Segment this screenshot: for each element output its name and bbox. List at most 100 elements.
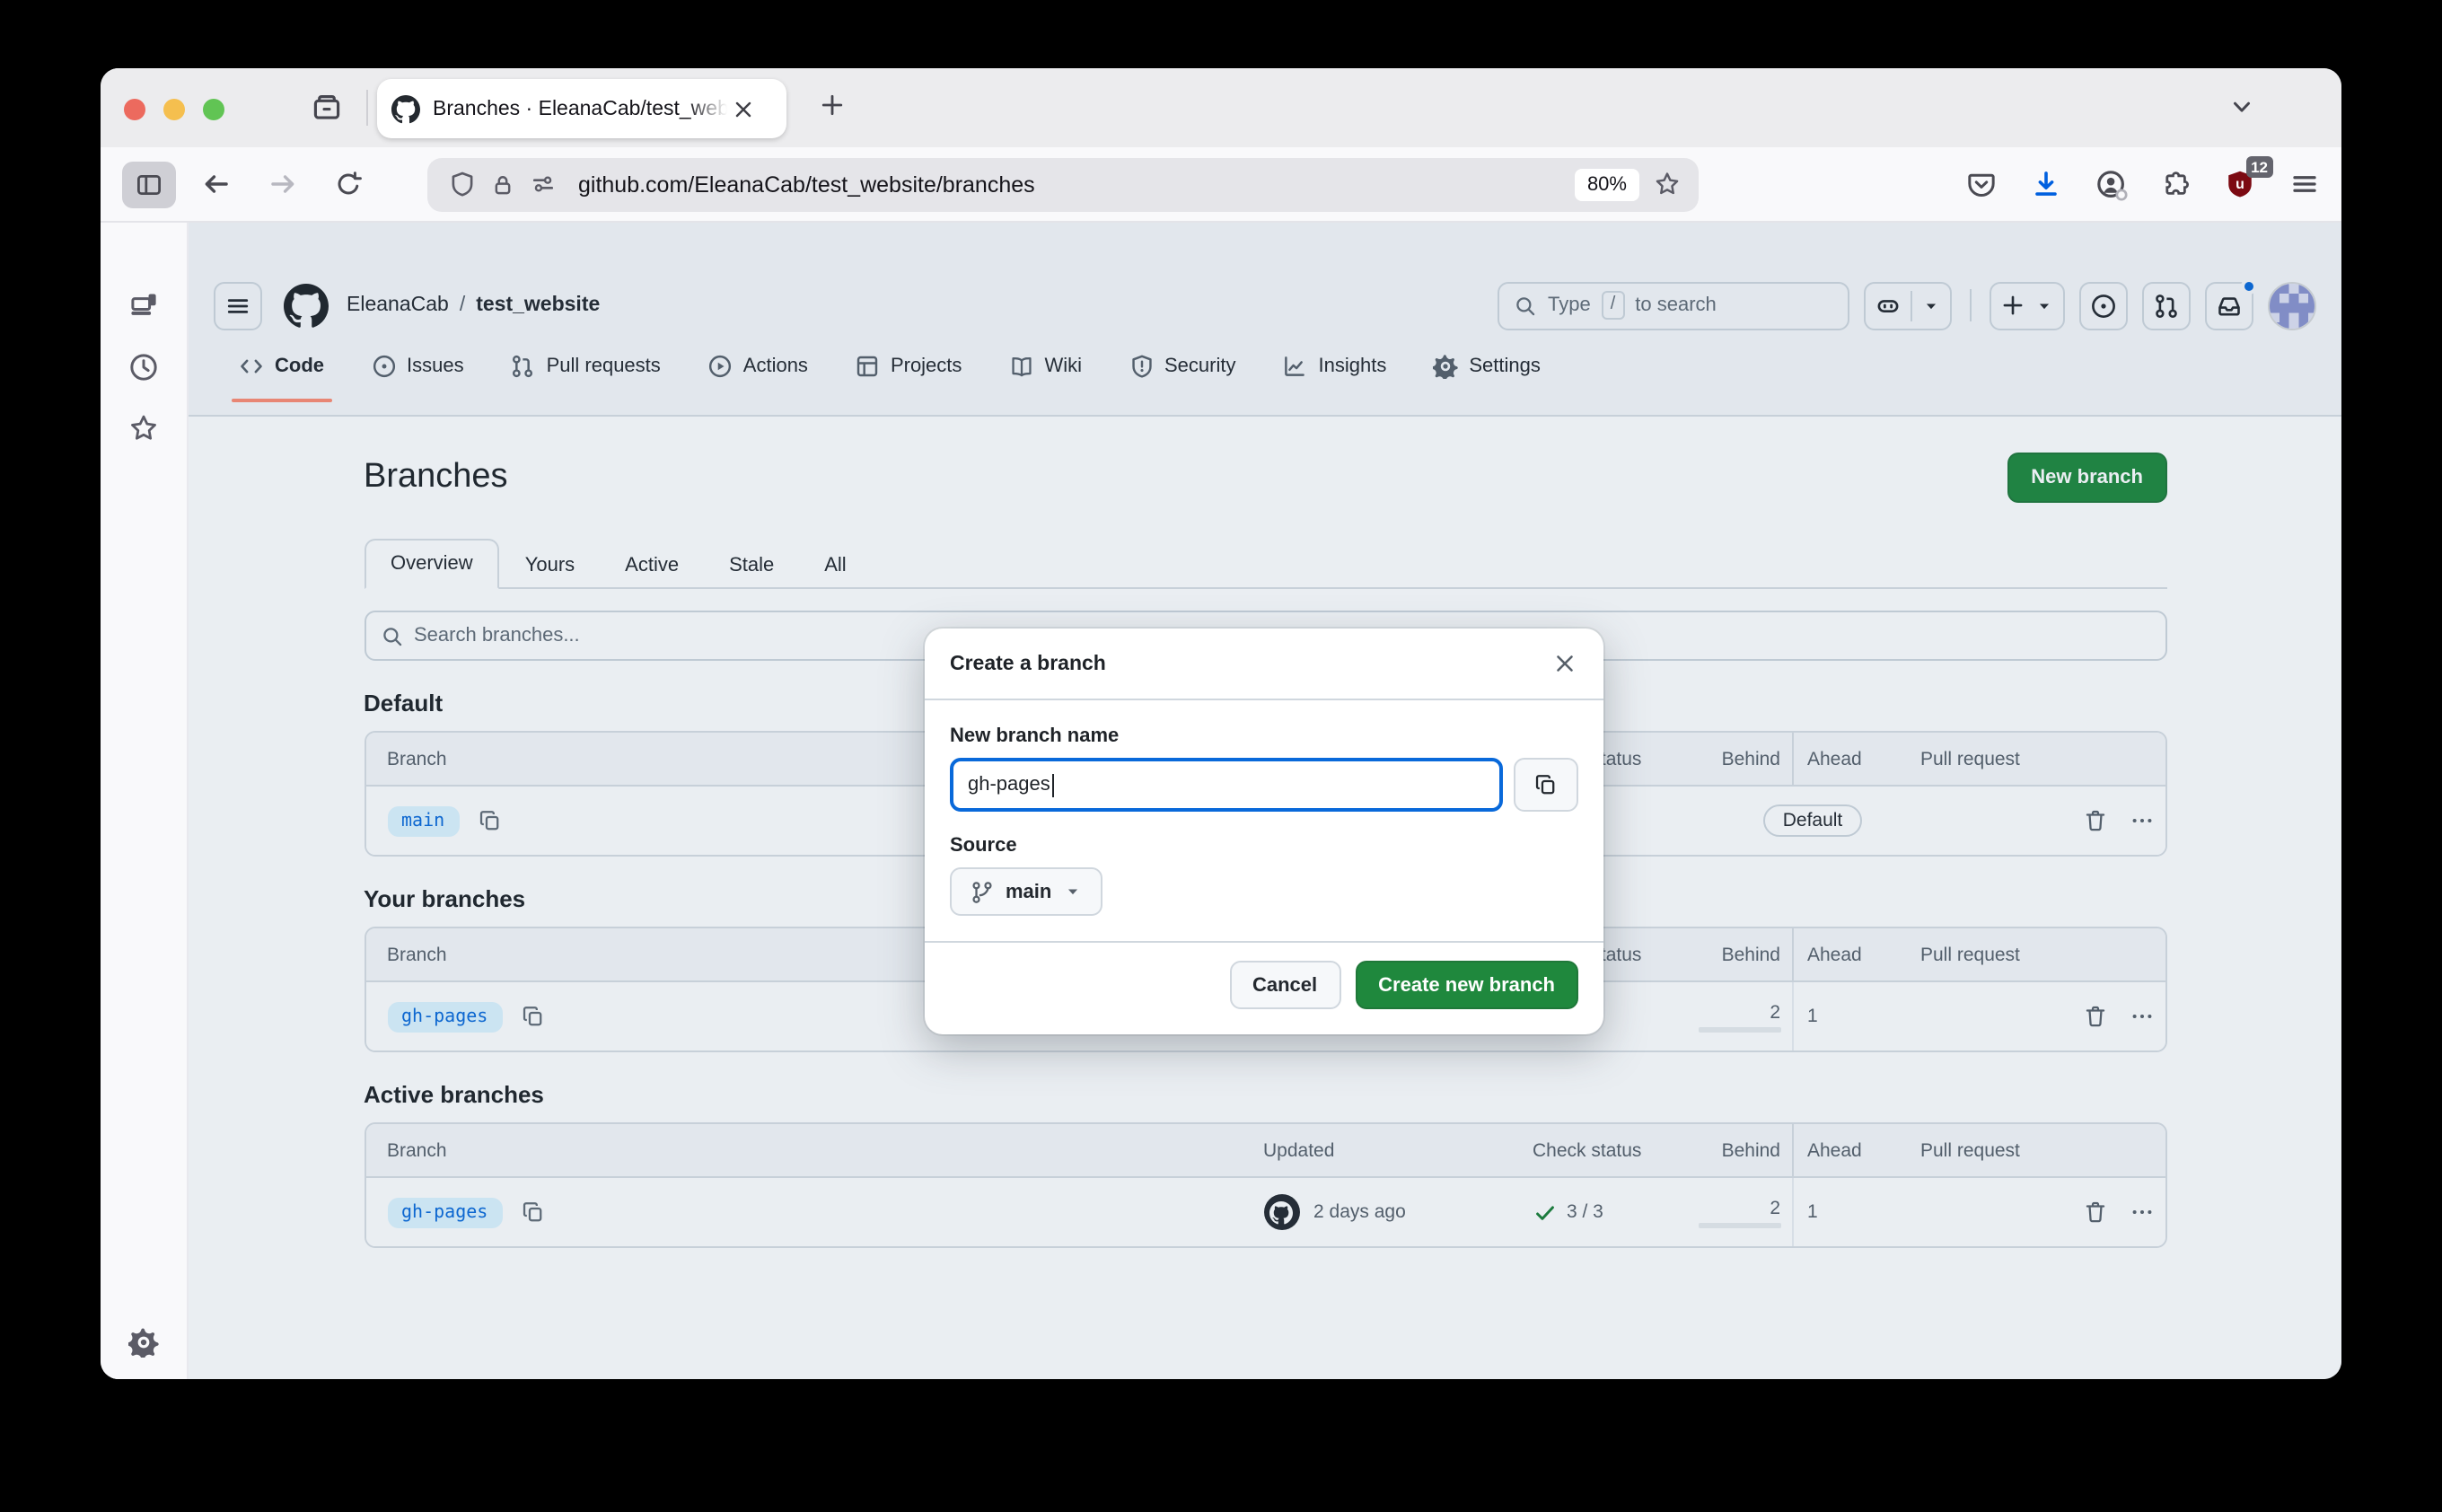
ublock-origin-icon[interactable]: 12 [2225, 169, 2255, 199]
pull-requests-header-button[interactable] [2142, 281, 2191, 330]
tab-issues[interactable]: Issues [371, 348, 464, 402]
lock-icon[interactable] [490, 171, 515, 197]
tab-settings[interactable]: Settings [1433, 348, 1541, 402]
pocket-icon[interactable] [1966, 169, 1997, 199]
tab-projects[interactable]: Projects [855, 348, 962, 402]
github-favicon-icon [391, 94, 420, 123]
issues-header-button[interactable] [2079, 281, 2128, 330]
firefox-view-icon[interactable] [311, 92, 343, 124]
copy-name-button[interactable] [1514, 758, 1578, 812]
list-all-tabs-icon[interactable] [2228, 93, 2255, 120]
tab-code[interactable]: Code [239, 348, 324, 402]
url-bar[interactable]: github.com/EleanaCab/test_website/branch… [427, 157, 1699, 211]
forward-button[interactable] [268, 169, 298, 199]
new-branch-button[interactable]: New branch [2007, 453, 2166, 503]
kebab-menu-icon[interactable] [2129, 1200, 2154, 1225]
sidebar-settings-icon[interactable] [128, 1327, 159, 1358]
unread-dot [2241, 277, 2257, 294]
tab-all[interactable]: All [799, 542, 871, 589]
delete-branch-icon[interactable] [2082, 1200, 2107, 1225]
active-branches-table: Branch Updated Check status Behind Ahead… [364, 1122, 2166, 1248]
extensions-icon[interactable] [2162, 170, 2191, 198]
browser-tab[interactable]: Branches · EleanaCab/test_webs [377, 79, 786, 138]
permissions-icon[interactable] [530, 171, 557, 198]
history-icon[interactable] [128, 352, 159, 382]
slash-key-hint: / [1602, 291, 1625, 320]
copy-branch-icon[interactable] [520, 1004, 545, 1029]
close-tab-icon[interactable] [731, 96, 756, 121]
github-hamburger-button[interactable] [214, 281, 262, 330]
url-text[interactable]: github.com/EleanaCab/test_website/branch… [578, 171, 1560, 197]
tab-active[interactable]: Active [600, 542, 704, 589]
back-button[interactable] [201, 169, 232, 199]
reload-button[interactable] [334, 170, 363, 198]
modal-title: Create a branch [950, 653, 1106, 674]
sidebar-toggle-button[interactable] [122, 161, 176, 207]
delete-branch-icon[interactable] [2082, 1004, 2107, 1029]
check-icon [1533, 1200, 1556, 1224]
zoom-level-badge[interactable]: 80% [1575, 168, 1639, 200]
account-icon[interactable] [2095, 168, 2128, 200]
tab-stale[interactable]: Stale [704, 542, 799, 589]
committer-avatar[interactable] [1263, 1194, 1299, 1230]
tab-actions[interactable]: Actions [707, 348, 808, 402]
tab-security[interactable]: Security [1129, 348, 1236, 402]
zoom-window-button[interactable] [203, 99, 224, 120]
browser-sidebar [101, 223, 189, 1379]
tab-wiki[interactable]: Wiki [1008, 348, 1082, 402]
breadcrumb-owner[interactable]: EleanaCab [347, 294, 449, 316]
create-new-branch-button[interactable]: Create new branch [1355, 961, 1578, 1009]
pull-request-icon [511, 354, 536, 379]
copilot-button[interactable] [1864, 281, 1952, 330]
copy-branch-icon[interactable] [520, 1200, 545, 1225]
breadcrumb-repo[interactable]: test_website [476, 294, 600, 316]
search-icon [380, 624, 403, 647]
bookmarks-icon[interactable] [128, 413, 159, 444]
delete-branch-icon[interactable] [2082, 808, 2107, 833]
tab-title: Branches · EleanaCab/test_webs [433, 98, 727, 119]
synced-tabs-icon[interactable] [128, 289, 159, 320]
tab-overview[interactable]: Overview [364, 539, 500, 589]
close-icon[interactable] [1551, 650, 1578, 677]
branch-link[interactable]: gh-pages [387, 1001, 502, 1032]
cancel-button[interactable]: Cancel [1229, 961, 1340, 1009]
tab-pull-requests[interactable]: Pull requests [511, 348, 661, 402]
play-icon [707, 354, 733, 379]
check-status-count[interactable]: 3 / 3 [1567, 1201, 1603, 1223]
source-branch-dropdown[interactable]: main [950, 867, 1102, 916]
tab-yours[interactable]: Yours [500, 542, 600, 589]
github-search-input[interactable]: Type / to search [1498, 281, 1849, 330]
col-behind: Behind [1705, 748, 1791, 769]
updated-time[interactable]: 2 days ago [1313, 1201, 1406, 1223]
kebab-menu-icon[interactable] [2129, 808, 2154, 833]
new-tab-button[interactable] [819, 92, 846, 119]
page-title: Branches [364, 458, 508, 497]
source-label: Source [950, 835, 1578, 857]
github-logo-icon[interactable] [284, 283, 329, 328]
book-icon [1008, 354, 1033, 379]
avatar[interactable] [2268, 281, 2316, 330]
download-icon[interactable] [2031, 169, 2061, 199]
behind-bar [1698, 1222, 1780, 1227]
menu-icon[interactable] [2289, 169, 2320, 199]
branch-link[interactable]: gh-pages [387, 1197, 502, 1227]
create-new-button[interactable] [1990, 281, 2065, 330]
chevron-down-icon [1062, 882, 1082, 901]
copy-branch-icon[interactable] [477, 808, 502, 833]
branch-link[interactable]: main [387, 805, 459, 836]
close-window-button[interactable] [124, 99, 145, 120]
repo-nav: Code Issues Pull requests Actions Projec… [214, 334, 2316, 402]
window-controls [124, 99, 224, 120]
branch-name-input[interactable]: gh-pages [950, 758, 1503, 812]
behind-count: 2 [1770, 1001, 1791, 1023]
text-cursor [1052, 773, 1054, 796]
tracking-shield-icon[interactable] [449, 171, 476, 198]
minimize-window-button[interactable] [163, 99, 185, 120]
bookmark-star-icon[interactable] [1654, 171, 1681, 198]
notifications-inbox-button[interactable] [2205, 281, 2253, 330]
tab-insights[interactable]: Insights [1283, 348, 1387, 402]
inbox-icon [2216, 292, 2243, 319]
branch-filter-tabs: Overview Yours Active Stale All [364, 539, 2166, 589]
kebab-menu-icon[interactable] [2129, 1004, 2154, 1029]
create-branch-modal: Create a branch New branch name gh-pages… [925, 629, 1603, 1034]
